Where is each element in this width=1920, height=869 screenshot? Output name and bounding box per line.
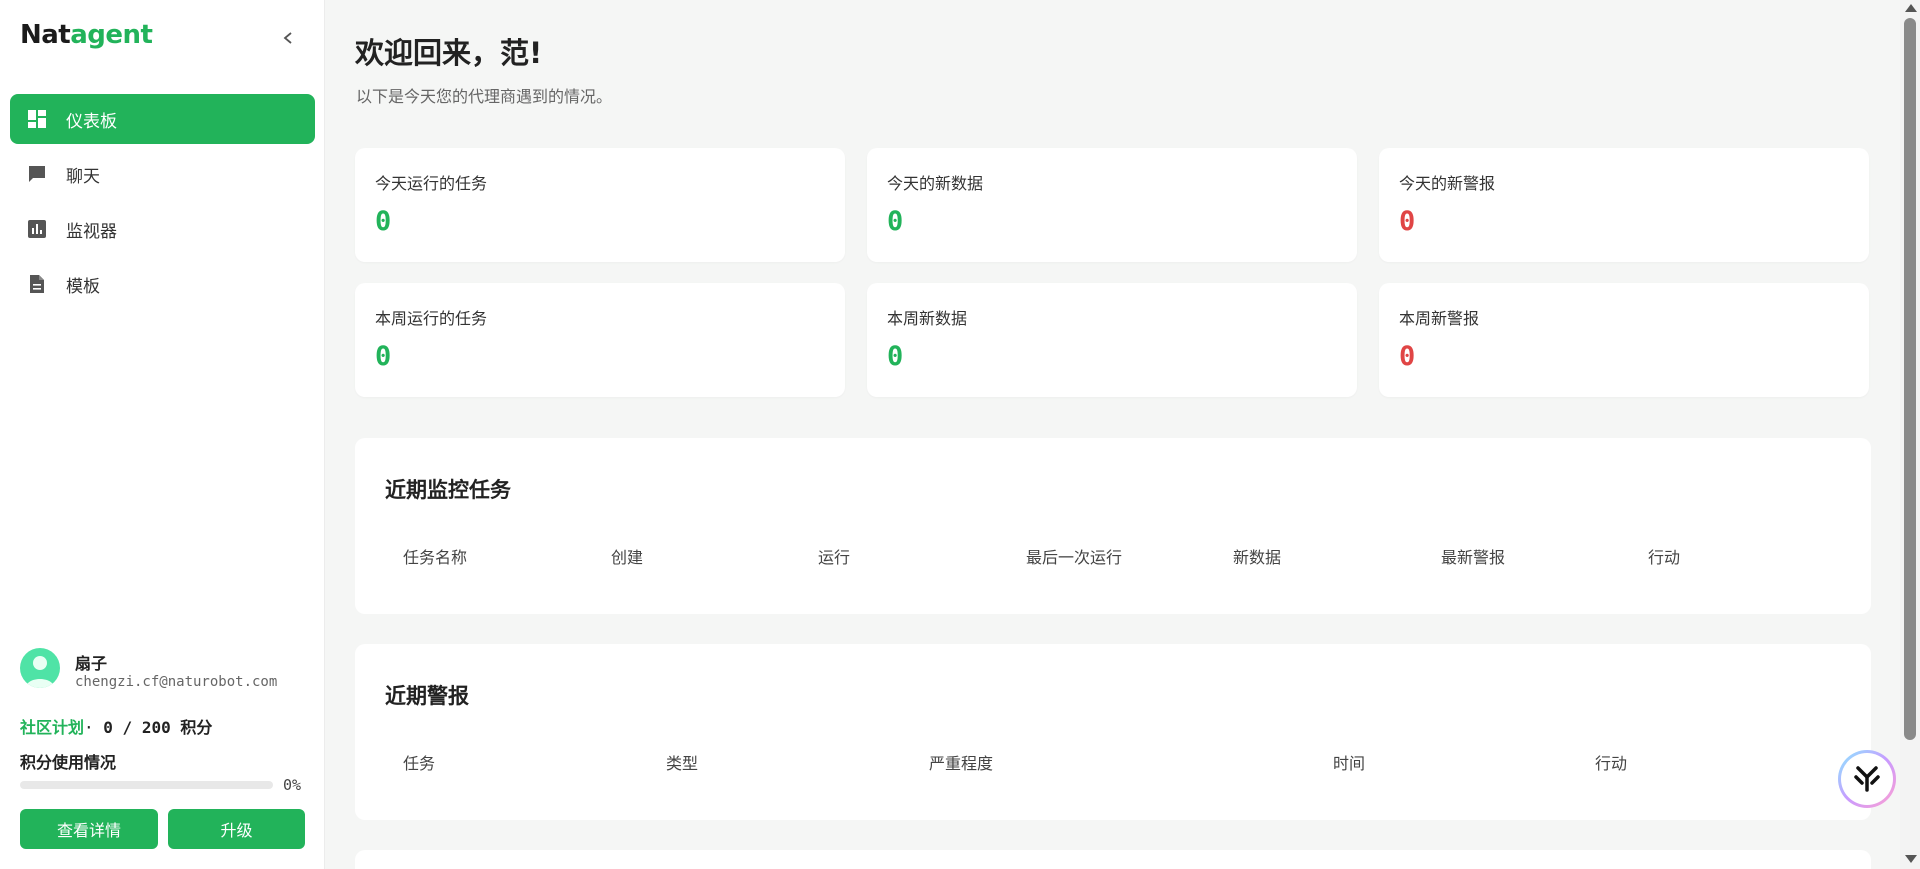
plan-line: 社区计划· 0 / 200 积分 [20,714,212,738]
column-header: 运行 [818,548,851,567]
column-header: 行动 [1595,754,1628,773]
upgrade-button[interactable]: 升级 [168,809,305,849]
plan-name[interactable]: 社区计划 [20,718,84,737]
column-header: 任务名称 [403,548,468,567]
stat-card-tasks-today: 今天运行的任务 0 [355,148,845,262]
column-header: 最后一次运行 [1026,548,1123,567]
stat-card-data-today: 今天的新数据 0 [867,148,1357,262]
scroll-down-arrow-icon[interactable] [1905,855,1917,863]
page-subtitle: 以下是今天您的代理商遇到的情况。 [356,87,613,106]
column-header: 新数据 [1233,548,1282,567]
view-details-button[interactable]: 查看详情 [20,809,158,849]
stat-value: 0 [1399,206,1416,237]
sidebar-item-templates[interactable]: 模板 [10,259,315,309]
chat-icon [26,163,48,185]
user-email: chengzi.cf@naturobot.com [75,674,278,690]
stat-value: 0 [375,341,392,372]
main-content: 欢迎回来，范! 以下是今天您的代理商遇到的情况。 今天运行的任务 0 今天的新数… [325,0,1900,869]
stat-label: 今天的新警报 [1399,174,1496,193]
scrollbar-thumb[interactable] [1904,18,1916,740]
recent-alerts-panel: 近期警报 任务 类型 严重程度 时间 行动 [355,644,1871,820]
stat-label: 本周新数据 [887,309,968,328]
scroll-up-arrow-icon[interactable] [1905,4,1917,12]
brand-logo[interactable]: Natagent [20,20,153,50]
user-avatar-icon [26,656,54,688]
stat-card-tasks-week: 本周运行的任务 0 [355,283,845,397]
chevron-left-icon [283,32,292,44]
stat-label: 今天的新数据 [887,174,984,193]
sidebar-item-label: 监视器 [66,221,117,242]
stat-card-alerts-week: 本周新警报 0 [1379,283,1869,397]
document-icon [26,273,48,295]
stat-value: 0 [1399,341,1416,372]
stat-value: 0 [887,206,904,237]
stat-card-data-week: 本周新数据 0 [867,283,1357,397]
column-header: 最新警报 [1441,548,1506,567]
page-title: 欢迎回来，范! [355,36,543,70]
stat-label: 今天运行的任务 [375,174,488,193]
usage-percent: 0% [283,776,302,794]
assistant-float-button[interactable] [1838,750,1896,808]
recent-alerts-title: 近期警报 [385,684,469,708]
sidebar: Natagent 仪表板 聊天 监视器 模板 扇子 chengzi.cf@nat… [0,0,325,869]
dashboard-icon [26,108,48,130]
stat-card-alerts-today: 今天的新警报 0 [1379,148,1869,262]
sidebar-item-dashboard[interactable]: 仪表板 [10,94,315,144]
column-header: 任务 [403,754,436,773]
column-header: 类型 [666,754,699,773]
sidebar-item-label: 仪表板 [66,111,117,132]
bar-chart-icon [26,218,48,240]
sidebar-nav: 仪表板 聊天 监视器 模板 [10,94,315,314]
column-header: 行动 [1648,548,1681,567]
stat-value: 0 [887,341,904,372]
user-name: 扇子 [75,654,108,673]
recent-tasks-title: 近期监控任务 [385,478,511,502]
collapse-sidebar-button[interactable] [278,26,298,50]
plan-separator: · [84,718,104,737]
brand-logo-part2: agent [70,20,153,50]
sidebar-item-chat[interactable]: 聊天 [10,149,315,199]
plan-points: 0 / 200 积分 [103,718,213,737]
sidebar-item-monitor[interactable]: 监视器 [10,204,315,254]
sidebar-item-label: 模板 [66,276,100,297]
brand-logo-part1: Nat [20,20,71,50]
assistant-logo-icon [1841,753,1893,805]
usage-progress-bar [20,781,273,789]
recent-tasks-panel: 近期监控任务 任务名称 创建 运行 最后一次运行 新数据 最新警报 行动 [355,438,1871,614]
column-header: 创建 [611,548,644,567]
next-panel [355,850,1871,869]
sidebar-item-label: 聊天 [66,166,100,187]
stat-label: 本周新警报 [1399,309,1480,328]
column-header: 时间 [1333,754,1366,773]
column-header: 严重程度 [929,754,994,773]
page-scrollbar[interactable] [1900,0,1920,869]
avatar[interactable] [20,648,60,688]
usage-label: 积分使用情况 [20,753,117,772]
stat-value: 0 [375,206,392,237]
stat-label: 本周运行的任务 [375,309,488,328]
